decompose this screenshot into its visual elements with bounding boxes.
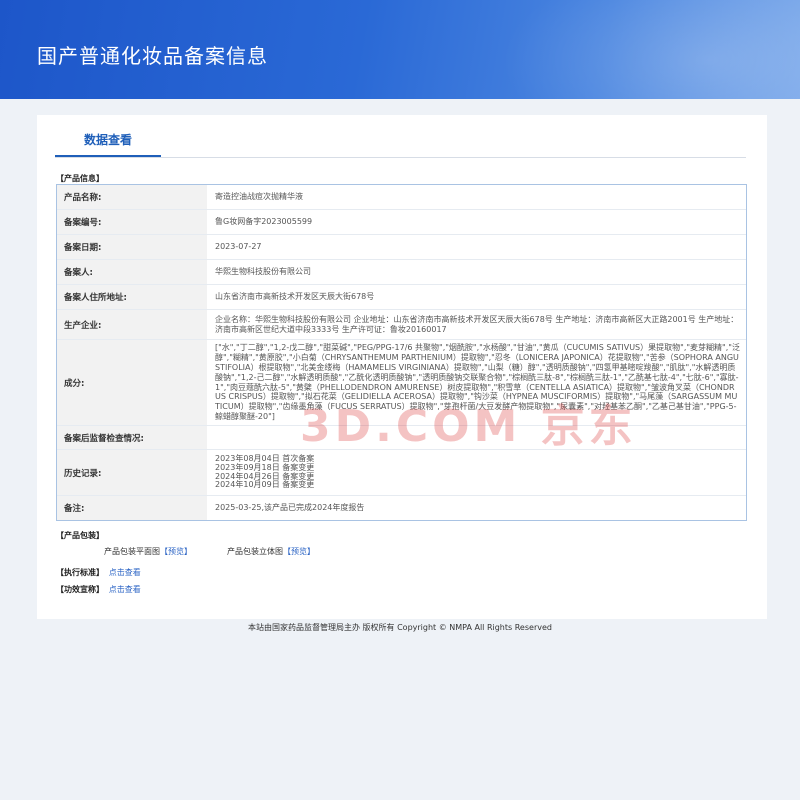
inspection-value xyxy=(207,426,746,449)
filing-date-value: 2023-07-27 xyxy=(215,242,262,252)
standard-view-link[interactable]: 点击查看 xyxy=(109,568,141,577)
table-row: 成分: ["水","丁二醇","1,2-戊二醇","甜菜碱","PEG/PPG-… xyxy=(57,340,746,426)
table-row: 备案人: 华熙生物科技股份有限公司 xyxy=(57,260,746,285)
row-label: 备案人: xyxy=(57,260,207,284)
filer-address-value: 山东省济南市高新技术开发区天辰大街678号 xyxy=(215,292,375,302)
filer-value: 华熙生物科技股份有限公司 xyxy=(215,267,311,277)
ingredients-value: ["水","丁二醇","1,2-戊二醇","甜菜碱","PEG/PPG-17/6… xyxy=(215,343,740,421)
page-title: 国产普通化妆品备案信息 xyxy=(37,44,268,68)
section-title-standard: 【执行标准】 xyxy=(56,568,104,577)
remarks-value: 2025-03-25,该产品已完成2024年度报告 xyxy=(215,503,365,513)
row-label: 备案后监督检查情况: xyxy=(57,426,207,449)
table-row: 历史记录: 2023年08月04日 首次备案 2023年09月18日 备案变更 … xyxy=(57,450,746,496)
row-label: 生产企业: xyxy=(57,310,207,339)
row-label: 备案人住所地址: xyxy=(57,285,207,309)
product-name-value: 寄造控油战痘次抛精华液 xyxy=(215,192,303,202)
table-row: 生产企业: 企业名称：华熙生物科技股份有限公司 企业地址：山东省济南市高新技术开… xyxy=(57,310,746,340)
section-title-packaging: 【产品包装】 xyxy=(56,531,104,540)
packaging-flat-label: 产品包装平面图 xyxy=(104,547,160,556)
tab-divider xyxy=(55,157,746,158)
manufacturer-value: 企业名称：华熙生物科技股份有限公司 企业地址：山东省济南市高新技术开发区天辰大街… xyxy=(215,314,739,334)
table-row: 备案日期: 2023-07-27 xyxy=(57,235,746,260)
standard-row: 【执行标准】 点击查看 xyxy=(56,567,141,578)
product-info-table: 产品名称: 寄造控油战痘次抛精华液 备案编号: 鲁G妆网备字2023005599… xyxy=(56,184,747,521)
row-label: 历史记录: xyxy=(57,450,207,495)
packaging-stereo-preview-link[interactable]: 【预览】 xyxy=(283,547,315,556)
efficacy-row: 【功效宣称】 点击查看 xyxy=(56,584,141,595)
table-row: 备案后监督检查情况: xyxy=(57,426,746,450)
packaging-stereo-label: 产品包装立体图 xyxy=(227,547,283,556)
row-label: 产品名称: xyxy=(57,185,207,209)
content-card: 数据查看 【产品信息】 产品名称: 寄造控油战痘次抛精华液 备案编号: 鲁G妆网… xyxy=(37,115,767,619)
row-label: 备注: xyxy=(57,496,207,520)
filing-number-value: 鲁G妆网备字2023005599 xyxy=(215,217,313,227)
history-entry: 2024年10月09日 备案变更 xyxy=(215,480,315,490)
efficacy-view-link[interactable]: 点击查看 xyxy=(109,585,141,594)
packaging-flat-preview-link[interactable]: 【预览】 xyxy=(160,547,192,556)
table-row: 备案人住所地址: 山东省济南市高新技术开发区天辰大街678号 xyxy=(57,285,746,310)
row-label: 成分: xyxy=(57,340,207,425)
section-title-product-info: 【产品信息】 xyxy=(56,174,104,183)
site-header: 国产普通化妆品备案信息 xyxy=(0,0,800,99)
table-row: 备注: 2025-03-25,该产品已完成2024年度报告 xyxy=(57,496,746,520)
packaging-stereo: 产品包装立体图【预览】 xyxy=(227,546,315,557)
packaging-flat: 产品包装平面图【预览】 xyxy=(104,546,192,557)
footer-copyright: 本站由国家药品监督管理局主办 版权所有 Copyright © NMPA All… xyxy=(248,623,552,632)
history-value: 2023年08月04日 首次备案 2023年09月18日 备案变更 2024年0… xyxy=(207,450,746,495)
row-label: 备案编号: xyxy=(57,210,207,234)
header-gloss xyxy=(500,0,800,99)
table-row: 产品名称: 寄造控油战痘次抛精华液 xyxy=(57,185,746,210)
row-label: 备案日期: xyxy=(57,235,207,259)
table-row: 备案编号: 鲁G妆网备字2023005599 xyxy=(57,210,746,235)
tab-data-view[interactable]: 数据查看 xyxy=(55,129,161,157)
section-title-efficacy: 【功效宣称】 xyxy=(56,585,104,594)
